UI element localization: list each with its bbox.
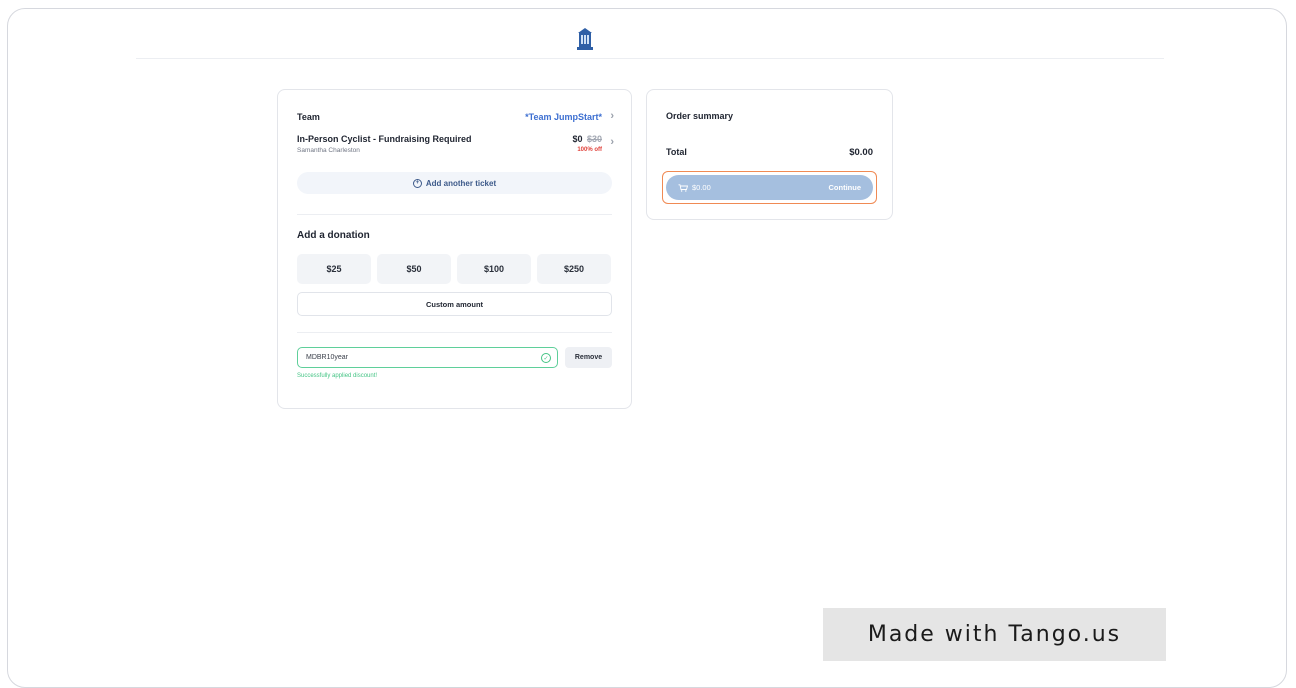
team-value[interactable]: *Team JumpStart* [525, 112, 602, 122]
team-label: Team [297, 112, 320, 122]
registration-card: Team *Team JumpStart* › In-Person Cyclis… [277, 89, 632, 409]
donation-option-100[interactable]: $100 [457, 254, 531, 284]
donation-option-25[interactable]: $25 [297, 254, 371, 284]
continue-button[interactable]: $0.00 Continue [666, 175, 873, 200]
ticket-row[interactable]: In-Person Cyclist - Fundraising Required… [297, 134, 614, 153]
discount-code-input[interactable] [297, 347, 558, 368]
continue-amount: $0.00 [678, 183, 711, 192]
donation-title: Add a donation [297, 230, 370, 241]
continue-amount-value: $0.00 [692, 183, 711, 192]
ticket-price: $0 $30 [572, 134, 602, 144]
chevron-right-icon[interactable]: › [610, 110, 614, 122]
remove-discount-button[interactable]: Remove [565, 347, 612, 368]
team-row[interactable]: Team *Team JumpStart* › [297, 110, 614, 122]
total-value: $0.00 [849, 147, 873, 158]
ticket-title: In-Person Cyclist - Fundraising Required [297, 134, 472, 144]
add-another-ticket-button[interactable]: + Add another ticket [297, 172, 612, 194]
header-divider [136, 58, 1164, 59]
donation-option-50[interactable]: $50 [377, 254, 451, 284]
total-label: Total [666, 147, 687, 157]
custom-amount-button[interactable]: Custom amount [297, 292, 612, 316]
tango-watermark: Made with Tango.us [823, 608, 1166, 661]
check-circle-icon: ✓ [541, 353, 551, 363]
ticket-attendee: Samantha Charleston [297, 147, 360, 154]
cart-icon [678, 183, 688, 192]
order-summary-card: Order summary Total $0.00 $0.00 Continue [646, 89, 893, 220]
section-divider [297, 214, 612, 215]
continue-highlight: $0.00 Continue [662, 171, 877, 204]
plus-circle-icon: + [412, 178, 422, 188]
organization-logo-icon [577, 28, 593, 50]
ticket-current-price: $0 [572, 134, 583, 144]
order-summary-title: Order summary [666, 111, 734, 121]
section-divider [297, 332, 612, 333]
continue-label: Continue [828, 183, 862, 192]
add-ticket-label: Add another ticket [425, 178, 497, 188]
donation-option-250[interactable]: $250 [537, 254, 611, 284]
discount-success-message: Successfully applied discount! [297, 373, 378, 379]
ticket-original-price: $30 [586, 134, 602, 144]
